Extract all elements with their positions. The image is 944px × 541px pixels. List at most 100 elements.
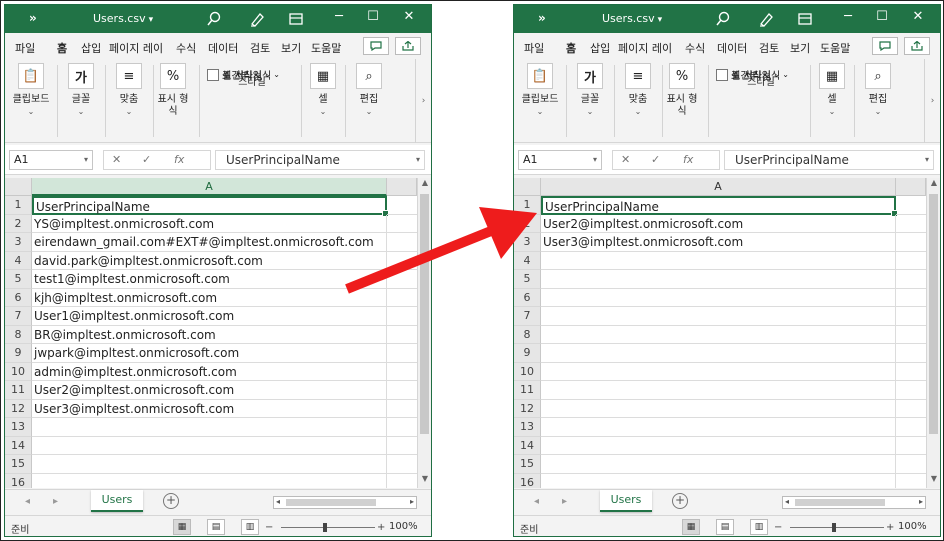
zoom-in-icon[interactable]: + [377,522,385,533]
comment-button[interactable] [363,37,389,55]
vertical-scrollbar[interactable]: ▲ ▼ [926,178,940,488]
cell-a8[interactable] [541,325,896,344]
row-header[interactable]: 12 [514,399,541,418]
number-format-group[interactable]: % 표시 형식 [155,63,191,118]
scroll-down-icon[interactable]: ▼ [418,474,431,488]
column-header-a[interactable]: A [541,178,896,196]
tab-formulas[interactable]: 수식 [176,40,196,56]
row-header[interactable]: 15 [514,455,541,474]
cell-b2[interactable] [896,215,926,233]
cell-a7[interactable] [541,307,896,326]
tab-review[interactable]: 검토 [250,40,270,56]
cell-a4[interactable]: david.park@impltest.onmicrosoft.com [32,251,387,270]
minimize-button[interactable]: ─ [327,9,351,24]
function-icon[interactable]: fx [174,153,184,166]
maximize-button[interactable]: ☐ [361,9,385,24]
share-button[interactable] [904,37,930,55]
zoom-level[interactable]: 100% [898,521,927,532]
cell-b9[interactable] [387,344,417,363]
tab-help[interactable]: 도움말 [820,40,850,56]
scroll-right-icon[interactable]: ▸ [410,497,414,506]
cell-b11[interactable] [896,381,926,400]
zoom-knob[interactable] [323,523,327,532]
scroll-up-icon[interactable]: ▲ [418,178,431,192]
cell-a10[interactable] [541,362,896,381]
cell-a16[interactable] [32,473,387,488]
check-icon[interactable]: ✓ [651,153,660,166]
tab-data[interactable]: 데이터 [208,40,238,56]
cell-b16[interactable] [896,474,926,489]
zoom-out-icon[interactable]: − [774,522,782,533]
scroll-thumb[interactable] [795,499,885,506]
tab-file[interactable]: 파일 [15,40,35,56]
cell-a6[interactable] [541,288,896,307]
cell-b8[interactable] [896,326,926,344]
maximize-button[interactable]: ☐ [870,9,894,24]
cell-a7[interactable]: User1@impltest.onmicrosoft.com [32,307,387,326]
row-header[interactable]: 8 [5,325,32,344]
row-header[interactable]: 6 [5,288,32,307]
scroll-left-icon[interactable]: ◂ [785,497,789,506]
cell-a11[interactable] [541,381,896,400]
name-box[interactable]: A1 ▾ [518,150,602,170]
ribbon-scroll-right[interactable]: › [924,59,940,143]
cell-a15[interactable] [541,455,896,474]
zoom-level[interactable]: 100% [389,521,418,532]
scroll-right-icon[interactable]: ▸ [919,497,923,506]
scroll-thumb[interactable] [929,194,938,434]
file-name-title[interactable]: Users.csv ▾ [93,12,153,25]
zoom-out-icon[interactable]: − [265,522,273,533]
clipboard-group[interactable]: 📋 클립보드 ⌄ [520,63,560,116]
tab-file[interactable]: 파일 [524,40,544,56]
row-header[interactable]: 15 [5,455,32,474]
row-header[interactable]: 1 [5,196,32,215]
add-sheet-icon[interactable]: + [163,493,179,509]
name-box[interactable]: A1 ▾ [9,150,93,170]
pen-icon[interactable] [248,10,266,28]
cell-b16[interactable] [387,474,417,489]
font-group[interactable]: 가 글꼴 ⌄ [572,63,608,116]
cell-b12[interactable] [896,400,926,418]
pen-icon[interactable] [757,10,775,28]
row-header[interactable]: 8 [514,325,541,344]
row-header[interactable]: 13 [514,418,541,437]
cell-a16[interactable] [541,473,896,488]
sheet-grid[interactable]: A 1UserPrincipalName2User2@impltest.onmi… [514,178,926,488]
tab-page-layout[interactable]: 페이지 레이 [109,40,163,56]
cell-a10[interactable]: admin@impltest.onmicrosoft.com [32,362,387,381]
cell-a2[interactable]: User2@impltest.onmicrosoft.com [541,214,896,233]
row-header[interactable]: 10 [5,362,32,381]
scroll-left-icon[interactable]: ◂ [276,497,280,506]
tab-view[interactable]: 보기 [281,40,301,56]
cell-a5[interactable] [541,270,896,289]
row-header[interactable]: 7 [5,307,32,326]
minimize-button[interactable]: ─ [836,9,860,24]
page-layout-view-icon[interactable]: ▤ [716,519,734,535]
editing-group[interactable]: ⌕ 편집 ⌄ [860,63,896,116]
scroll-down-icon[interactable]: ▼ [927,474,940,488]
cell-a6[interactable]: kjh@impltest.onmicrosoft.com [32,288,387,307]
cells-group[interactable]: ▦ 셀 ⌄ [814,63,850,116]
check-icon[interactable]: ✓ [142,153,151,166]
page-break-view-icon[interactable]: ▥ [750,519,768,535]
row-header[interactable]: 12 [5,399,32,418]
cell-a9[interactable]: jwpark@impltest.onmicrosoft.com [32,344,387,363]
comment-button[interactable] [872,37,898,55]
page-layout-view-icon[interactable]: ▤ [207,519,225,535]
tab-page-layout[interactable]: 페이지 레이 [618,40,672,56]
cell-b8[interactable] [387,326,417,344]
row-header[interactable]: 4 [5,251,32,270]
row-header[interactable]: 2 [5,214,32,233]
cell-b12[interactable] [387,400,417,418]
ribbon-display-icon[interactable] [796,10,814,28]
row-header[interactable]: 11 [5,381,32,400]
cell-b11[interactable] [387,381,417,400]
tab-formulas[interactable]: 수식 [685,40,705,56]
cancel-icon[interactable]: ✕ [112,153,121,166]
cell-b15[interactable] [387,455,417,474]
row-header[interactable]: 11 [514,381,541,400]
column-header-b[interactable] [896,178,926,196]
share-button[interactable] [395,37,421,55]
normal-view-icon[interactable]: ▦ [682,519,700,535]
zoom-slider[interactable] [281,523,375,532]
